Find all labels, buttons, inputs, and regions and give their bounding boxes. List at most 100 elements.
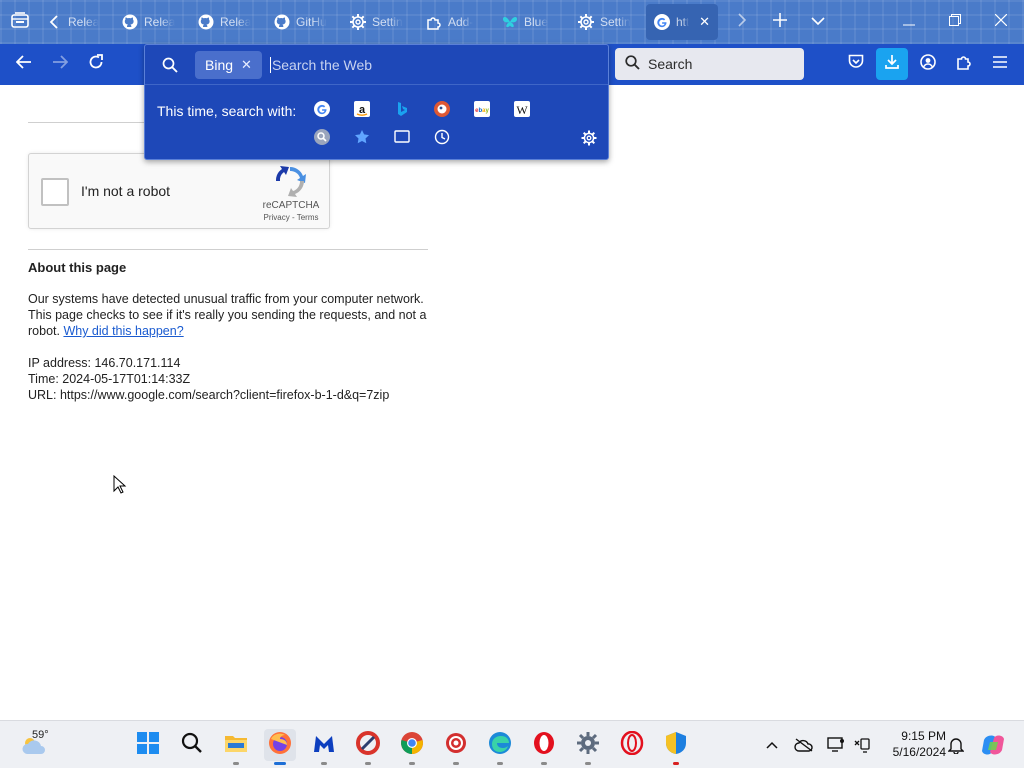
extensions-button[interactable] — [948, 48, 980, 80]
tab-8[interactable]: Settin — [570, 4, 646, 40]
google-engine-button[interactable] — [314, 101, 330, 117]
wikipedia-engine-button[interactable]: W — [514, 101, 530, 117]
chevron-down-icon — [811, 13, 825, 31]
tab-active[interactable]: htt ✕ — [646, 4, 718, 40]
firefox-view-button[interactable] — [2, 4, 38, 40]
remove-engine-icon[interactable]: ✕ — [241, 57, 252, 73]
restore-button[interactable] — [932, 0, 978, 44]
tab-label: Add- — [448, 15, 474, 29]
captcha-links[interactable]: Privacy - Terms — [255, 213, 327, 222]
chrome-button[interactable] — [396, 729, 428, 765]
scroll-tabs-right-button[interactable] — [724, 4, 760, 40]
search-settings-gear-icon[interactable] — [581, 130, 597, 151]
tab-7[interactable]: Blue — [494, 4, 570, 40]
ccleaner-button[interactable] — [352, 729, 384, 765]
folder-icon — [224, 733, 248, 758]
download-icon — [884, 54, 900, 75]
firefox-taskbar-button[interactable] — [264, 729, 296, 765]
tab-label: Relea — [68, 15, 100, 29]
close-window-button[interactable] — [978, 0, 1024, 44]
captcha-checkbox[interactable] — [41, 178, 69, 206]
minimize-button[interactable] — [886, 0, 932, 44]
copilot-icon[interactable] — [980, 732, 1006, 758]
show-hidden-icons-button[interactable] — [762, 735, 782, 755]
shield-icon — [665, 731, 687, 760]
network-tray-icon[interactable] — [852, 735, 872, 755]
settings-taskbar-button[interactable] — [572, 729, 604, 765]
github-icon — [198, 14, 214, 30]
forward-button[interactable] — [42, 49, 78, 81]
onedrive-tray-icon[interactable] — [794, 735, 814, 755]
windows-logo-icon — [137, 731, 159, 759]
account-button[interactable] — [912, 48, 944, 80]
amazon-engine-button[interactable]: a — [354, 101, 370, 117]
running-indicator — [453, 762, 459, 765]
weather-temperature: 59° — [32, 729, 49, 741]
malwarebytes-button[interactable] — [308, 729, 340, 765]
tab-2[interactable]: Relea — [114, 4, 190, 40]
taskbar-search-button[interactable] — [176, 729, 208, 761]
search-engine-extra-button[interactable] — [314, 129, 330, 145]
running-indicator — [541, 762, 547, 765]
opera-button[interactable] — [528, 729, 560, 765]
new-tab-button[interactable] — [762, 4, 798, 40]
red-circle-app-icon — [444, 731, 468, 760]
firefox-icon — [268, 731, 292, 760]
pocket-icon — [848, 54, 864, 74]
start-button[interactable] — [132, 729, 164, 761]
windows-security-button[interactable] — [660, 729, 692, 765]
search-engine-chip[interactable]: Bing ✕ — [195, 50, 262, 79]
history-clock-icon[interactable] — [434, 129, 450, 145]
pocket-button[interactable] — [840, 48, 872, 80]
tab-label: GitHu — [296, 15, 327, 29]
tab-label: htt — [676, 15, 690, 29]
list-all-tabs-button[interactable] — [800, 4, 836, 40]
about-title: About this page — [28, 260, 127, 275]
tab-3[interactable]: Relea — [190, 4, 266, 40]
bookmarks-star-icon[interactable] — [354, 129, 370, 145]
search-bar-placeholder: Search — [648, 56, 693, 72]
downloads-button[interactable] — [876, 48, 908, 80]
bing-engine-button[interactable] — [394, 101, 410, 117]
close-tab-icon[interactable]: ✕ — [699, 14, 710, 30]
urlbar-input[interactable]: Search the Web — [269, 56, 373, 73]
menu-button[interactable] — [984, 48, 1016, 80]
ebay-engine-button[interactable]: ebay — [474, 101, 490, 117]
taskbar: 59° 9:15 PM 5/16/2024 — [0, 720, 1024, 768]
back-button[interactable] — [6, 49, 42, 81]
malwarebytes-icon — [312, 732, 336, 759]
why-did-this-happen-link[interactable]: Why did this happen? — [63, 324, 183, 338]
close-icon — [994, 13, 1008, 31]
tab-4[interactable]: GitHu — [266, 4, 342, 40]
opera-gx-icon — [620, 730, 644, 760]
puzzle-icon — [426, 14, 442, 30]
tab-5[interactable]: Settin — [342, 4, 418, 40]
duckduckgo-engine-button[interactable] — [434, 101, 450, 117]
github-icon — [274, 14, 290, 30]
browser-app-button[interactable] — [440, 729, 472, 765]
restore-icon — [949, 13, 961, 31]
urlbar-placeholder: Search the Web — [271, 56, 373, 73]
svg-text:W: W — [516, 103, 528, 117]
reload-button[interactable] — [78, 49, 114, 81]
system-clock[interactable]: 9:15 PM 5/16/2024 — [880, 728, 946, 760]
edge-button[interactable] — [484, 729, 516, 765]
back-chevron-icon — [46, 14, 62, 30]
engine-chip-label: Bing — [205, 56, 234, 73]
tab-6[interactable]: Add- — [418, 4, 494, 40]
search-icon — [181, 732, 203, 759]
notifications-bell-icon[interactable] — [946, 735, 966, 755]
google-icon — [654, 14, 670, 30]
tabs-icon[interactable] — [394, 129, 410, 145]
tab-1[interactable]: Relea — [38, 4, 114, 40]
file-explorer-button[interactable] — [220, 729, 252, 765]
captcha-brand: reCAPTCHA — [262, 200, 320, 211]
tab-label: Relea — [144, 15, 176, 29]
firefox-view-icon — [11, 11, 29, 33]
hamburger-icon — [993, 55, 1007, 73]
display-tray-icon[interactable] — [826, 735, 846, 755]
search-bar[interactable]: Search — [615, 48, 804, 80]
running-indicator — [585, 762, 591, 765]
opera-gx-button[interactable] — [616, 729, 648, 761]
gear-icon — [578, 14, 594, 30]
